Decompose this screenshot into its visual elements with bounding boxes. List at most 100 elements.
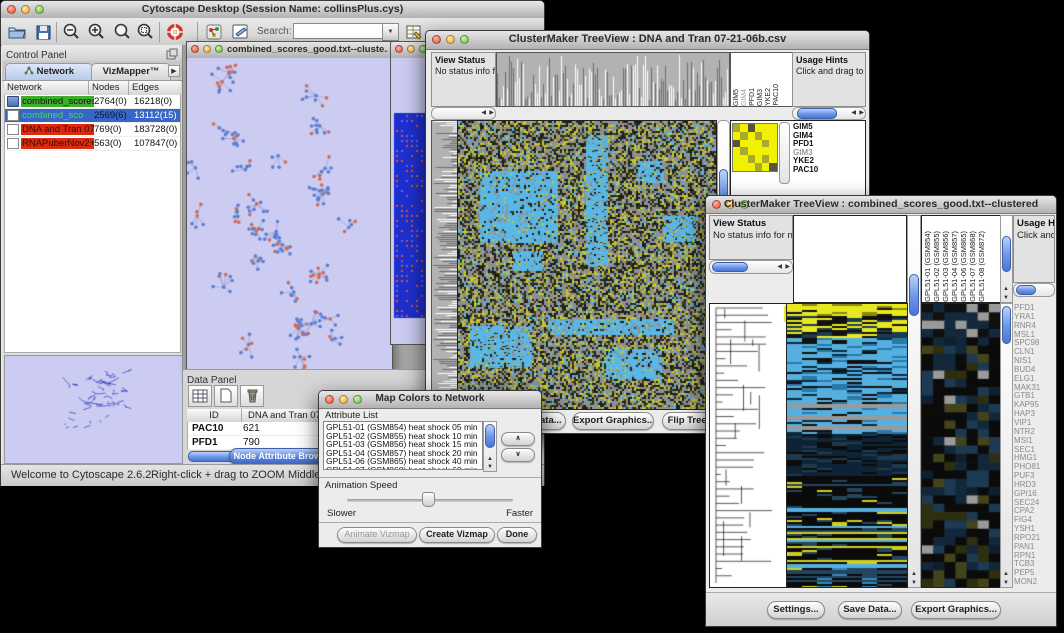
column-label: GIM5 (733, 89, 741, 106)
treeview1-labels-hscrollbar[interactable]: ◀▶ (792, 107, 866, 120)
treeview1-export-graphics-button[interactable]: Export Graphics... (572, 412, 654, 430)
network-name: combined_scores (21, 96, 94, 107)
network-nodes-count: 769(0) (94, 124, 134, 135)
network-view-titlebar[interactable]: combined_scores_good.txt--cluste... (187, 42, 392, 59)
create-vizmap-button[interactable]: Create Vizmap (419, 527, 495, 543)
minimize-button[interactable] (407, 45, 415, 53)
column-label: YKE2 (765, 88, 773, 106)
data-table-icon[interactable] (188, 385, 212, 407)
move-attribute-up-button[interactable]: ∧ (501, 432, 535, 446)
main-window-title: Cytoscape Desktop (Session Name: collins… (1, 3, 544, 15)
network-list-row[interactable]: combined_scores 2764(0) 16218(0) (5, 95, 180, 109)
row-label: PAC10 (793, 166, 818, 175)
column-label: GIM3 (757, 89, 765, 106)
gene-label: MON2 (1014, 578, 1054, 587)
save-icon[interactable] (32, 21, 54, 43)
treeview1-view-status: View Status No status info for now (431, 52, 496, 107)
control-panel-tabs: Network VizMapper™ ▶ (2, 61, 182, 81)
treeview2-column-tree-area (793, 215, 907, 303)
treeview2-main-vscrollbar[interactable]: ▲▼ (907, 215, 921, 588)
new-document-icon[interactable] (214, 385, 238, 407)
treeview2-column-labels: GPL51-01 (GSM854)GPL51-02 (GSM855)GPL51-… (921, 215, 1002, 303)
control-panel: Control Panel Network VizMapper™ ▶ Netwo… (2, 45, 183, 464)
treeview2-save-data-button[interactable]: Save Data... (838, 601, 902, 619)
zoom-fit-icon[interactable] (111, 21, 133, 43)
column-label: GPL51-06 (GSM865) (959, 231, 968, 302)
gene-id: PAC10 (188, 423, 243, 434)
help-lifering-icon[interactable] (164, 21, 186, 43)
treeview2-export-graphics-button[interactable]: Export Graphics... (911, 601, 1001, 619)
done-button[interactable]: Done (497, 527, 537, 543)
birdseye-view[interactable] (4, 355, 183, 464)
treeview2-hints-hscrollbar[interactable] (1013, 283, 1055, 297)
main-titlebar[interactable]: Cytoscape Desktop (Session Name: collins… (1, 1, 544, 19)
open-folder-icon[interactable] (6, 21, 28, 43)
treeview2-heatmap[interactable] (786, 303, 908, 588)
network-table-header[interactable]: Network Nodes Edges (4, 81, 181, 95)
network-list-row[interactable]: DNA and Tran 07 769(0) 183728(0) (5, 123, 180, 137)
attribute-item[interactable]: GPL51-07 (GSM868) heat shock 60 min (326, 466, 482, 470)
column-label: PFD1 (749, 88, 757, 106)
treeview2-titlebar[interactable]: ClusterMaker TreeView : combined_scores_… (706, 196, 1056, 214)
status-welcome: Welcome to Cytoscape 2.6.2 (11, 469, 151, 481)
status-zoom-hint: Right-click + drag to ZOOM (151, 469, 285, 481)
attribute-list-vscrollbar[interactable]: ▲▼ (483, 421, 497, 472)
treeview2-detail-heatmap[interactable] (921, 303, 1001, 588)
network-edges-count: 13112(15) (134, 110, 180, 121)
network-row-icon (7, 96, 19, 107)
animation-speed-slider-thumb[interactable] (422, 492, 435, 507)
treeview2-settings-button[interactable]: Settings... (767, 601, 825, 619)
network-view-canvas[interactable] (187, 58, 390, 372)
trash-icon[interactable] (240, 385, 264, 407)
treeview2-button-bar: Settings... Save Data... Export Graphics… (706, 592, 1056, 626)
network-name: DNA and Tran 07 (21, 124, 94, 135)
column-label: GPL51-03 (GSM856) (941, 231, 950, 302)
correlation-matrix[interactable] (732, 123, 778, 172)
treeview1-heatmap[interactable] (457, 120, 717, 410)
network-list-row[interactable]: combined_sco 2569(6) 13112(15) (5, 109, 180, 123)
treeview1-column-dendrogram[interactable] (496, 52, 730, 107)
network-view-window: combined_scores_good.txt--cluste... (186, 41, 393, 375)
treeview1-status-hscrollbar[interactable]: ◀▶ (431, 107, 496, 120)
attribute-list-label: Attribute List (325, 410, 378, 421)
slower-label: Slower (327, 508, 356, 519)
attribute-list[interactable]: GPL51-01 (GSM854) heat shock 05 minGPL51… (323, 421, 483, 470)
network-nodes-count: 2764(0) (94, 96, 134, 107)
gene-id: PFD1 (188, 437, 243, 448)
treeview2-row-dendrogram[interactable] (709, 303, 788, 588)
minimize-button[interactable] (203, 45, 211, 53)
move-attribute-down-button[interactable]: ∨ (501, 448, 535, 462)
treeview1-row-dendrogram[interactable] (431, 120, 458, 410)
annotation-icon[interactable] (229, 21, 251, 43)
dialog-title: Map Colors to Network (319, 393, 541, 404)
vizmap-icon[interactable] (203, 21, 225, 43)
tab-network[interactable]: Network (5, 63, 93, 80)
zoom-out-icon[interactable] (60, 21, 82, 43)
close-button[interactable] (395, 45, 403, 53)
zoom-button[interactable] (215, 45, 223, 53)
search-label: Search: (257, 26, 291, 37)
zoom-selected-icon[interactable] (134, 21, 156, 43)
dialog-titlebar[interactable]: Map Colors to Network (319, 391, 541, 409)
network-name: RNAPuberNov2+l (21, 138, 94, 149)
treeview2-labels-vscrollbar[interactable]: ▲▼ (1000, 215, 1013, 303)
treeview1-titlebar[interactable]: ClusterMaker TreeView : DNA and Tran 07-… (426, 31, 869, 50)
column-label: GIM4 (741, 89, 749, 106)
attribute-table-icon[interactable] (403, 21, 425, 43)
column-label: GPL51-01 (GSM854) (923, 231, 932, 302)
treeview2-status-hscrollbar[interactable]: ◀▶ (709, 260, 793, 274)
map-colors-dialog: Map Colors to Network Attribute List GPL… (318, 390, 542, 548)
treeview2-detail-vscrollbar[interactable]: ▲▼ (1000, 303, 1013, 588)
treeview2-title: ClusterMaker TreeView : combined_scores_… (706, 198, 1056, 210)
search-input[interactable] (293, 23, 385, 39)
close-button[interactable] (191, 45, 199, 53)
search-dropdown-button[interactable]: ▼ (382, 23, 399, 41)
animate-vizmap-button[interactable]: Animate Vizmap (337, 527, 417, 543)
faster-label: Faster (506, 508, 533, 519)
tab-overflow-arrow[interactable]: ▶ (168, 65, 180, 77)
zoom-in-icon[interactable] (85, 21, 107, 43)
tab-vizmapper[interactable]: VizMapper™ (91, 63, 171, 80)
treeview1-detail-scrollbar[interactable] (779, 122, 790, 184)
treeview2-gene-list[interactable]: PFD1YRA1RNR4MSL1SPC98CLN1NIS1BUD4ELG1MAK… (1014, 304, 1054, 587)
network-list-row[interactable]: RNAPuberNov2+l 563(0) 107847(0) (5, 137, 180, 151)
